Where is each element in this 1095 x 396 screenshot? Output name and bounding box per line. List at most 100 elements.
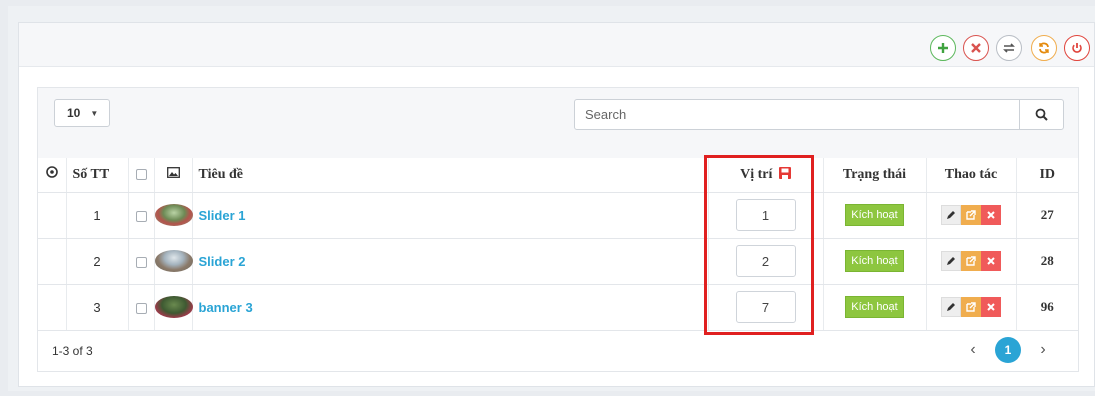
row-spacer — [38, 238, 67, 285]
close-icon — [987, 303, 995, 311]
column-header-position[interactable]: Vị trí — [708, 158, 824, 193]
title-link[interactable]: Slider 2 — [199, 254, 246, 269]
delete-button[interactable] — [963, 35, 989, 61]
status-badge[interactable]: Kích hoạt — [845, 250, 904, 272]
row-select-cell — [128, 192, 155, 239]
position-input[interactable] — [735, 291, 796, 323]
row-image-cell — [154, 192, 193, 239]
row-position-cell — [708, 284, 824, 331]
row-image-cell — [154, 238, 193, 285]
row-title-cell: banner 3 — [192, 284, 709, 331]
column-header-no[interactable]: Số TT — [66, 158, 129, 193]
prev-page-button[interactable]: ‹ — [960, 337, 986, 363]
search-icon — [1035, 108, 1048, 121]
row-spacer — [38, 284, 67, 331]
row-select-cell — [128, 284, 155, 331]
row-position-cell — [708, 238, 824, 285]
row-title-cell: Slider 2 — [192, 238, 709, 285]
plus-icon — [938, 43, 948, 53]
chevron-right-icon: › — [1040, 341, 1046, 358]
row-actions-cell — [926, 284, 1017, 331]
select-all-checkbox[interactable] — [135, 169, 147, 181]
power-icon — [1072, 43, 1082, 53]
position-input[interactable] — [735, 245, 796, 277]
external-link-icon — [966, 210, 976, 220]
swap-button[interactable] — [996, 35, 1022, 61]
row-title-cell: Slider 1 — [192, 192, 709, 239]
open-button[interactable] — [961, 297, 981, 317]
row-number: 1 — [66, 192, 129, 239]
panel-toolbar — [19, 23, 1094, 67]
table-card: 10 ▼ Số TT — [37, 87, 1079, 372]
delete-row-button[interactable] — [981, 251, 1001, 271]
table-row: 2 Slider 2 Kích hoạt 28 — [38, 238, 1078, 285]
row-actions-cell — [926, 238, 1017, 285]
main-panel: 10 ▼ Số TT — [18, 22, 1095, 387]
close-icon — [987, 257, 995, 265]
search-input[interactable] — [575, 100, 1019, 129]
refresh-icon — [1039, 42, 1049, 54]
pencil-icon — [947, 303, 955, 311]
row-actions-cell — [926, 192, 1017, 239]
row-checkbox[interactable] — [135, 210, 147, 222]
status-badge[interactable]: Kích hoạt — [845, 296, 904, 318]
column-header-image — [154, 158, 193, 193]
title-link[interactable]: banner 3 — [199, 300, 253, 315]
row-status-cell: Kích hoạt — [823, 192, 927, 239]
pagination-count: 1-3 of 3 — [52, 344, 93, 358]
column-header-position-label: Vị trí — [740, 166, 773, 182]
column-settings[interactable] — [38, 158, 67, 193]
status-badge[interactable]: Kích hoạt — [845, 204, 904, 226]
table-controls: 10 ▼ — [38, 88, 1078, 158]
row-status-cell: Kích hoạt — [823, 284, 927, 331]
column-header-status[interactable]: Trạng thái — [823, 158, 927, 193]
power-button[interactable] — [1064, 35, 1090, 61]
position-input[interactable] — [735, 199, 796, 231]
next-page-button[interactable]: › — [1030, 337, 1056, 363]
row-checkbox[interactable] — [135, 256, 147, 268]
page-size-value: 10 — [67, 106, 81, 120]
column-header-actions: Thao tác — [926, 158, 1017, 193]
table-header-row: Số TT Tiêu đề Vị trí Trạng thái Thao tác… — [38, 158, 1078, 193]
row-id: 96 — [1016, 284, 1078, 331]
edit-button[interactable] — [941, 297, 961, 317]
close-icon — [971, 43, 981, 53]
column-header-title[interactable]: Tiêu đề — [192, 158, 709, 193]
row-position-cell — [708, 192, 824, 239]
row-actions — [941, 297, 1001, 317]
row-checkbox[interactable] — [135, 302, 147, 314]
row-number: 3 — [66, 284, 129, 331]
row-actions — [941, 205, 1001, 225]
row-id: 28 — [1016, 238, 1078, 285]
table-row: 3 banner 3 Kích hoạt 96 — [38, 284, 1078, 331]
page-size-select[interactable]: 10 ▼ — [54, 99, 110, 127]
add-button[interactable] — [930, 35, 956, 61]
open-button[interactable] — [961, 251, 981, 271]
delete-row-button[interactable] — [981, 297, 1001, 317]
swap-icon — [1003, 43, 1015, 53]
title-link[interactable]: Slider 1 — [199, 208, 246, 223]
edit-button[interactable] — [941, 251, 961, 271]
open-button[interactable] — [961, 205, 981, 225]
search-box — [574, 99, 1064, 130]
page-button-current[interactable]: 1 — [995, 337, 1021, 363]
column-header-id[interactable]: ID — [1016, 158, 1078, 193]
edit-button[interactable] — [941, 205, 961, 225]
row-image-cell — [154, 284, 193, 331]
row-status-cell: Kích hoạt — [823, 238, 927, 285]
refresh-button[interactable] — [1031, 35, 1057, 61]
row-actions — [941, 251, 1001, 271]
row-id: 27 — [1016, 192, 1078, 239]
table-row: 1 Slider 1 Kích hoạt 27 — [38, 192, 1078, 239]
column-header-select-all — [128, 158, 155, 193]
row-number: 2 — [66, 238, 129, 285]
image-icon — [166, 166, 180, 178]
thumbnail-image — [154, 296, 193, 318]
save-icon[interactable] — [778, 166, 791, 179]
thumbnail-image — [154, 250, 193, 272]
delete-row-button[interactable] — [981, 205, 1001, 225]
settings-icon — [45, 166, 58, 179]
search-button[interactable] — [1019, 100, 1063, 129]
pencil-icon — [947, 257, 955, 265]
external-link-icon — [966, 302, 976, 312]
